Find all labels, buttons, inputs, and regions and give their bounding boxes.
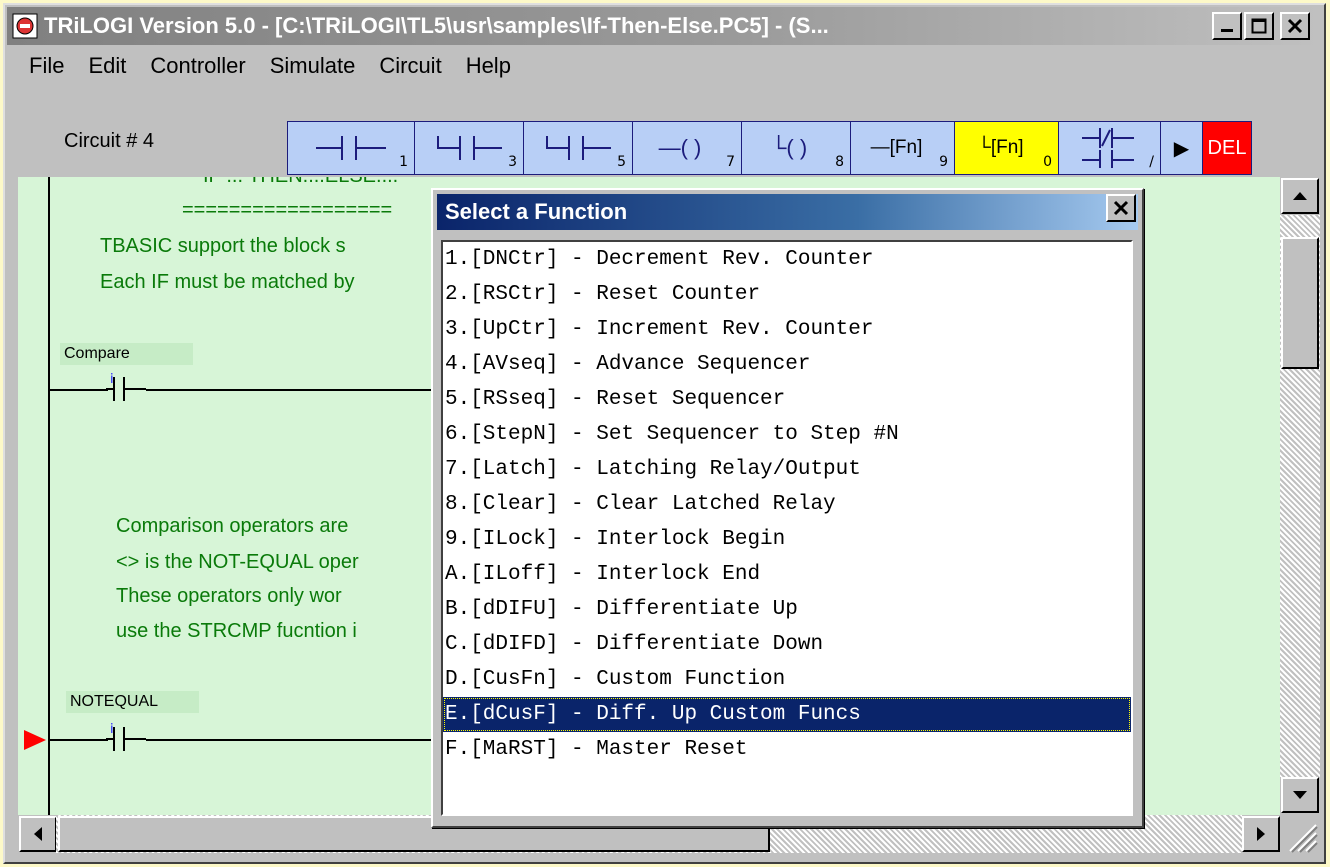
ladder-note-line: These operators only wor xyxy=(116,585,342,607)
function-item-latch[interactable]: 7.[Latch] - Latching Relay/Output xyxy=(443,452,1131,487)
scroll-right-button[interactable] xyxy=(1242,816,1280,852)
delete-label: DEL xyxy=(1207,136,1247,159)
tool-contact-3-key: 3 xyxy=(508,154,517,170)
rung-wire xyxy=(50,739,108,741)
contact-symbol-icon: i xyxy=(106,722,146,751)
tool-contact-3[interactable]: 3 xyxy=(414,121,523,175)
menu-controller[interactable]: Controller xyxy=(138,49,257,83)
close-icon xyxy=(1287,18,1303,34)
function-item-stepn[interactable]: 6.[StepN] - Set Sequencer to Step #N xyxy=(443,417,1131,452)
function-item-iloff[interactable]: A.[ILoff] - Interlock End xyxy=(443,557,1131,592)
function-icon: —[Fn] xyxy=(870,137,923,158)
ladder-note-line: use the STRCMP fucntion i xyxy=(116,620,357,642)
ladder-separator: ================== xyxy=(182,199,393,221)
title-bar[interactable]: TRiLOGI Version 5.0 - [C:\TRiLOGI\TL5\us… xyxy=(7,7,1322,45)
tool-function-0-key: 0 xyxy=(1043,154,1052,170)
menu-help[interactable]: Help xyxy=(454,49,523,83)
function-item-ilock[interactable]: 9.[ILock] - Interlock Begin xyxy=(443,522,1131,557)
contact-branch-icon xyxy=(546,136,611,160)
scroll-down-button[interactable] xyxy=(1281,777,1319,813)
contact-parallel-icon xyxy=(437,136,502,160)
rung-wire xyxy=(146,739,436,741)
contact-symbol-icon: i xyxy=(106,372,146,401)
function-item-clear[interactable]: 8.[Clear] - Clear Latched Relay xyxy=(443,487,1131,522)
tool-invert-contact-key: / xyxy=(1149,154,1154,170)
tool-function-0[interactable]: └[Fn] 0 xyxy=(954,121,1058,175)
ladder-note-line: Each IF must be matched by xyxy=(100,271,355,293)
arrow-left-icon xyxy=(34,827,42,841)
tool-coil-7-key: 7 xyxy=(726,154,735,170)
circuit-number-label: Circuit # 4 xyxy=(64,130,155,152)
arrow-down-icon xyxy=(1293,791,1307,799)
dialog-close-button[interactable] xyxy=(1106,194,1136,222)
minimize-button[interactable] xyxy=(1212,12,1242,40)
function-item-avseq[interactable]: 4.[AVseq] - Advance Sequencer xyxy=(443,347,1131,382)
function-item-ddifd[interactable]: C.[dDIFD] - Differentiate Down xyxy=(443,627,1131,662)
dialog-title[interactable]: Select a Function xyxy=(437,194,1138,230)
rung-wire xyxy=(146,389,436,391)
vertical-scrollbar[interactable] xyxy=(1280,177,1320,815)
tool-contact-1-key: 1 xyxy=(399,154,408,170)
function-item-rsctr[interactable]: 2.[RSCtr] - Reset Counter xyxy=(443,277,1131,312)
select-function-dialog: Select a Function 1.[DNCtr] - Decrement … xyxy=(431,188,1144,828)
function-item-dnctr[interactable]: 1.[DNCtr] - Decrement Rev. Counter xyxy=(443,242,1131,277)
tool-coil-7[interactable]: —( ) 7 xyxy=(632,121,741,175)
left-power-rail xyxy=(48,177,50,815)
tool-invert-contact[interactable]: / xyxy=(1058,121,1160,175)
invert-contact-icon xyxy=(1081,128,1134,168)
menu-circuit[interactable]: Circuit xyxy=(367,49,453,83)
contact-open-icon xyxy=(316,136,386,160)
menu-bar: File Edit Controller Simulate Circuit He… xyxy=(7,47,1322,85)
function-item-cusfn[interactable]: D.[CusFn] - Custom Function xyxy=(443,662,1131,697)
function-item-ddifu[interactable]: B.[dDIFU] - Differentiate Up xyxy=(443,592,1131,627)
maximize-icon xyxy=(1251,18,1267,34)
window-title: TRiLOGI Version 5.0 - [C:\TRiLOGI\TL5\us… xyxy=(44,13,829,38)
ladder-note-line: <> is the NOT-EQUAL oper xyxy=(116,551,359,573)
vertical-scroll-thumb[interactable] xyxy=(1281,237,1319,369)
rung-wire xyxy=(50,389,108,391)
ladder-toolbar: 1 3 5 —( ) 7 └( ) 8 —[Fn] 9 └[Fn] 0 / ▶ xyxy=(287,121,1252,177)
trilogi-app-icon[interactable] xyxy=(12,13,38,39)
function-item-dcusf[interactable]: E.[dCusF] - Diff. Up Custom Funcs xyxy=(443,697,1131,732)
function-item-upctr[interactable]: 3.[UpCtr] - Increment Rev. Counter xyxy=(443,312,1131,347)
tool-function-9[interactable]: —[Fn] 9 xyxy=(850,121,954,175)
minimize-icon xyxy=(1221,29,1233,32)
maximize-button[interactable] xyxy=(1244,12,1274,40)
current-rung-marker-icon xyxy=(24,730,46,750)
tool-coil-8[interactable]: └( ) 8 xyxy=(741,121,850,175)
play-icon: ▶ xyxy=(1173,137,1190,160)
coil-icon: —( ) xyxy=(658,135,702,160)
tool-function-9-key: 9 xyxy=(939,154,948,170)
resize-grip-icon[interactable] xyxy=(1284,819,1318,853)
ladder-note-line: Comparison operators are xyxy=(116,515,349,537)
menu-simulate[interactable]: Simulate xyxy=(258,49,368,83)
close-icon xyxy=(1113,200,1129,216)
menu-file[interactable]: File xyxy=(7,49,76,83)
close-button[interactable] xyxy=(1280,12,1310,40)
arrow-up-icon xyxy=(1293,192,1307,200)
ladder-note-line: TBASIC support the block s xyxy=(100,235,346,257)
function-branch-icon: └[Fn] xyxy=(977,137,1024,158)
tool-contact-5[interactable]: 5 xyxy=(523,121,632,175)
coil-branch-icon: └( ) xyxy=(770,135,808,160)
scroll-up-button[interactable] xyxy=(1281,178,1319,214)
function-item-rsseq[interactable]: 5.[RSseq] - Reset Sequencer xyxy=(443,382,1131,417)
tool-delete-button[interactable]: DEL xyxy=(1202,121,1252,175)
function-item-marst[interactable]: F.[MaRST] - Master Reset xyxy=(443,732,1131,767)
contact-label-notequal[interactable]: NOTEQUAL xyxy=(66,691,199,713)
tool-contact-5-key: 5 xyxy=(617,154,626,170)
tool-contact-1[interactable]: 1 xyxy=(287,121,414,175)
tool-run-button[interactable]: ▶ xyxy=(1160,121,1202,175)
function-list[interactable]: 1.[DNCtr] - Decrement Rev. Counter 2.[RS… xyxy=(441,240,1133,816)
arrow-right-icon xyxy=(1257,827,1265,841)
tool-coil-8-key: 8 xyxy=(835,154,844,170)
ladder-header-partial: IF ... THEN....ELSE.... xyxy=(203,177,398,188)
menu-edit[interactable]: Edit xyxy=(76,49,138,83)
contact-label-compare[interactable]: Compare xyxy=(60,343,193,365)
scroll-left-button[interactable] xyxy=(19,816,57,852)
